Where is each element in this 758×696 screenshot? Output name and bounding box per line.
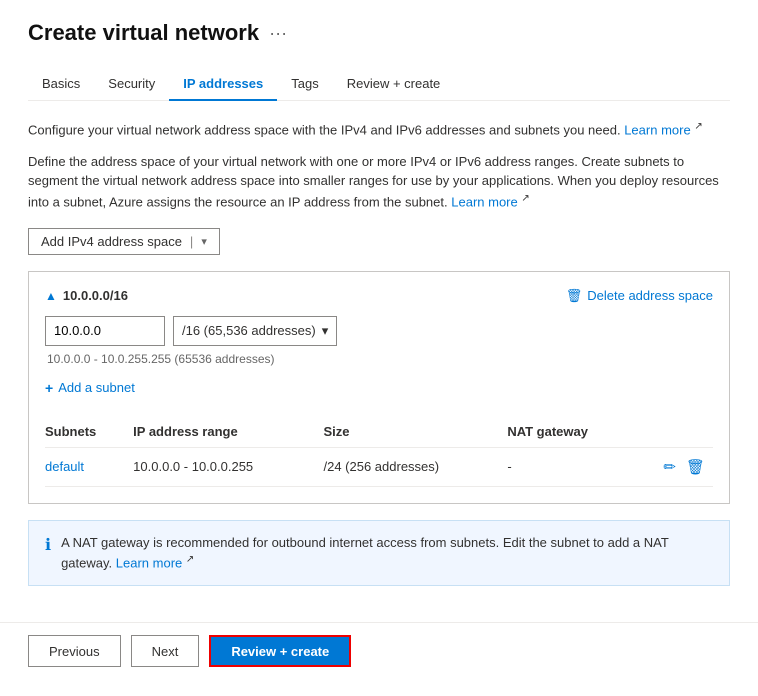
tab-review-create[interactable]: Review + create	[333, 68, 455, 101]
cidr-dropdown[interactable]: /16 (65,536 addresses) ▾	[173, 316, 337, 346]
col-subnets: Subnets	[45, 416, 133, 448]
chevron-down-icon: ▾	[201, 235, 207, 248]
ip-range-hint: 10.0.0.0 - 10.0.255.255 (65536 addresses…	[45, 352, 713, 366]
learn-more-link-3[interactable]: Learn more	[116, 555, 182, 570]
ip-address-input[interactable]	[45, 316, 165, 346]
col-size: Size	[323, 416, 507, 448]
divider-bar: |	[190, 234, 193, 249]
delete-address-space-button[interactable]: 🗑 Delete address space	[566, 288, 713, 304]
more-options-icon[interactable]: ···	[269, 23, 287, 44]
add-ipv4-label: Add IPv4 address space	[41, 234, 182, 249]
trash-icon: 🗑	[566, 288, 583, 304]
learn-more-link-1[interactable]: Learn more	[624, 122, 690, 137]
add-subnet-button[interactable]: + Add a subnet	[45, 376, 135, 400]
bottom-bar: Previous Next Review + create	[0, 622, 758, 679]
delete-icon[interactable]: 🗑	[686, 458, 705, 476]
cidr-chevron-icon: ▾	[322, 323, 329, 339]
edit-icon[interactable]: ✏	[663, 458, 676, 476]
tab-ip-addresses[interactable]: IP addresses	[169, 68, 277, 101]
info-icon: ℹ	[45, 534, 51, 558]
external-link-icon-3: ↗	[186, 554, 194, 565]
col-nat-gateway: NAT gateway	[507, 416, 639, 448]
table-row: default 10.0.0.0 - 10.0.0.255 /24 (256 a…	[45, 447, 713, 486]
page-title: Create virtual network	[28, 20, 259, 46]
tab-security[interactable]: Security	[94, 68, 169, 101]
review-create-button[interactable]: Review + create	[209, 635, 351, 667]
subnet-name-link[interactable]: default	[45, 459, 84, 474]
subnet-size: /24 (256 addresses)	[323, 447, 507, 486]
learn-more-link-2[interactable]: Learn more	[451, 194, 517, 209]
subnet-table: Subnets IP address range Size NAT gatewa…	[45, 416, 713, 487]
next-button[interactable]: Next	[131, 635, 200, 667]
plus-icon: +	[45, 380, 53, 396]
external-link-icon-2: ↗	[521, 193, 529, 204]
address-space-card: ▲ 10.0.0.0/16 🗑 Delete address space /16…	[28, 271, 730, 504]
tab-bar: Basics Security IP addresses Tags Review…	[28, 68, 730, 101]
subnet-nat-gateway: -	[507, 447, 639, 486]
description-line2: Define the address space of your virtual…	[28, 152, 730, 212]
add-ipv4-button[interactable]: Add IPv4 address space | ▾	[28, 228, 220, 255]
row-actions: ✏ 🗑	[639, 458, 705, 476]
tab-basics[interactable]: Basics	[28, 68, 94, 101]
subnet-ip-range: 10.0.0.0 - 10.0.0.255	[133, 447, 323, 486]
external-link-icon-1: ↗	[694, 121, 702, 132]
previous-button[interactable]: Previous	[28, 635, 121, 667]
info-bar: ℹ A NAT gateway is recommended for outbo…	[28, 520, 730, 586]
col-ip-range: IP address range	[133, 416, 323, 448]
description-line1: Configure your virtual network address s…	[28, 119, 730, 140]
chevron-up-icon[interactable]: ▲	[45, 289, 57, 303]
address-header: ▲ 10.0.0.0/16 🗑 Delete address space	[45, 288, 713, 304]
address-cidr-label: ▲ 10.0.0.0/16	[45, 288, 128, 303]
col-actions	[639, 416, 713, 448]
ip-input-row: /16 (65,536 addresses) ▾	[45, 316, 713, 346]
info-bar-text: A NAT gateway is recommended for outboun…	[61, 533, 713, 573]
tab-tags[interactable]: Tags	[277, 68, 332, 101]
